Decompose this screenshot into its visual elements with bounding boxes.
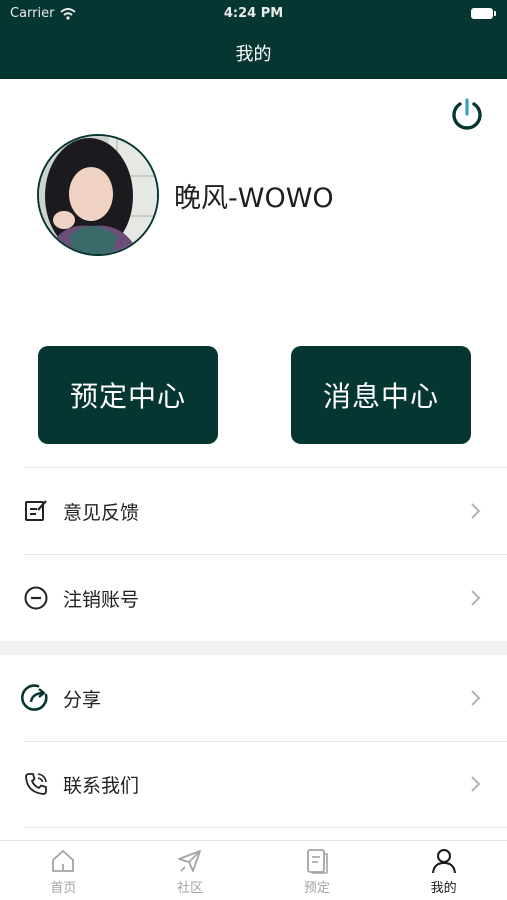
document-icon: [306, 849, 328, 874]
screen: Carrier 4:24 PM 我的 晚风-WOWO 预定中心 消息中心 意见反…: [0, 0, 507, 900]
status-bar: Carrier 4:24 PM: [0, 0, 507, 30]
tab-community[interactable]: 社区: [127, 841, 254, 900]
message-center-button[interactable]: 消息中心: [291, 346, 471, 444]
feedback-icon: [20, 495, 52, 527]
tab-label: 我的: [430, 881, 457, 896]
phone-icon: [20, 768, 52, 800]
menu-item-deactivate-account[interactable]: 注销账号: [0, 555, 507, 641]
tab-label: 首页: [50, 881, 77, 896]
header: Carrier 4:24 PM 我的: [0, 0, 507, 79]
tab-label: 社区: [177, 881, 204, 896]
chevron-right-icon: [471, 590, 481, 606]
status-time: 4:24 PM: [223, 6, 284, 21]
battery-icon: [471, 8, 496, 19]
plane-icon: [178, 850, 202, 872]
username: 晚风-WOWO: [174, 183, 334, 214]
person-icon: [431, 849, 456, 874]
menu-item-feedback[interactable]: 意见反馈: [0, 468, 507, 554]
divider: [25, 827, 507, 828]
menu-item-label: 分享: [63, 688, 102, 711]
home-icon: [52, 850, 75, 872]
menu-item-label: 意见反馈: [63, 501, 140, 524]
booking-center-button[interactable]: 预定中心: [38, 346, 218, 444]
menu-item-contact-us[interactable]: 联系我们: [0, 741, 507, 827]
avatar[interactable]: [37, 134, 159, 256]
menu-item-label: 注销账号: [63, 588, 140, 611]
menu-item-label: 联系我们: [63, 774, 140, 797]
power-icon[interactable]: [449, 96, 485, 132]
chevron-right-icon: [471, 690, 481, 706]
tab-booking[interactable]: 预定: [254, 841, 381, 900]
avatar-image: [39, 136, 157, 254]
tab-home[interactable]: 首页: [0, 841, 127, 900]
tab-mine[interactable]: 我的: [380, 841, 507, 900]
menu-item-share[interactable]: 分享: [0, 655, 507, 741]
chevron-right-icon: [471, 503, 481, 519]
tab-label: 预定: [303, 881, 330, 896]
minus-circle-icon: [20, 582, 52, 614]
tab-bar: 首页 社区 预定 我的: [0, 840, 507, 900]
share-icon: [20, 682, 52, 714]
section-gap: [0, 641, 507, 655]
page-title: 我的: [235, 44, 272, 65]
chevron-right-icon: [471, 776, 481, 792]
